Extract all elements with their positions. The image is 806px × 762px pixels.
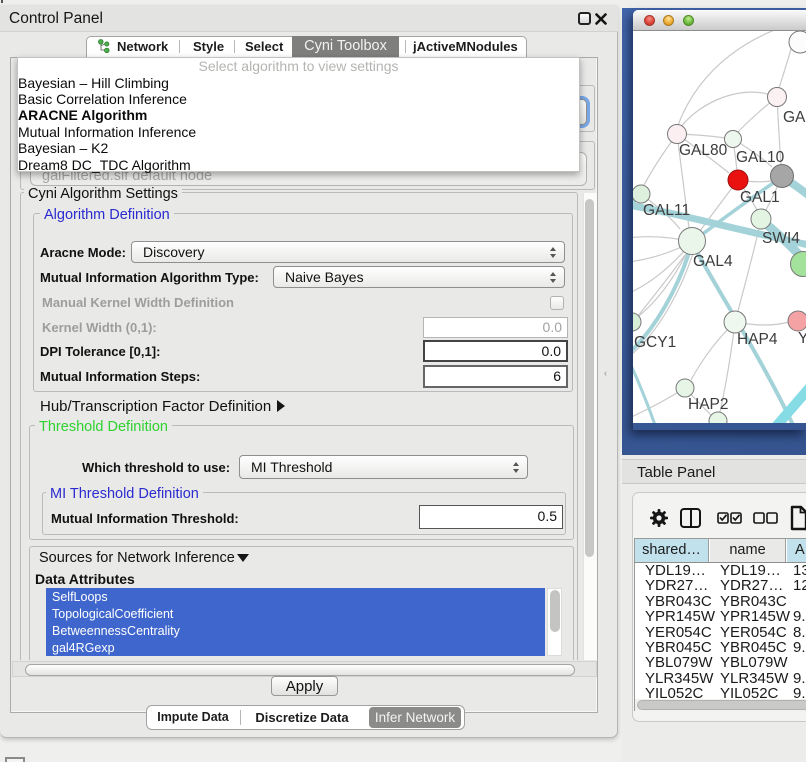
svg-text:GAL80: GAL80 <box>679 142 728 159</box>
svg-text:GAL2: GAL2 <box>783 109 806 126</box>
svg-text:HAP4: HAP4 <box>737 331 778 348</box>
svg-text:GAL4: GAL4 <box>693 253 733 270</box>
svg-text:HAP2: HAP2 <box>688 396 729 413</box>
svg-text:GCY1: GCY1 <box>634 334 676 351</box>
svg-text:GAL1: GAL1 <box>740 189 780 206</box>
svg-text:GAL10: GAL10 <box>736 149 785 166</box>
svg-text:SWI4: SWI4 <box>762 230 800 247</box>
svg-text:Y: Y <box>798 330 806 347</box>
svg-text:GAL11: GAL11 <box>643 202 690 219</box>
